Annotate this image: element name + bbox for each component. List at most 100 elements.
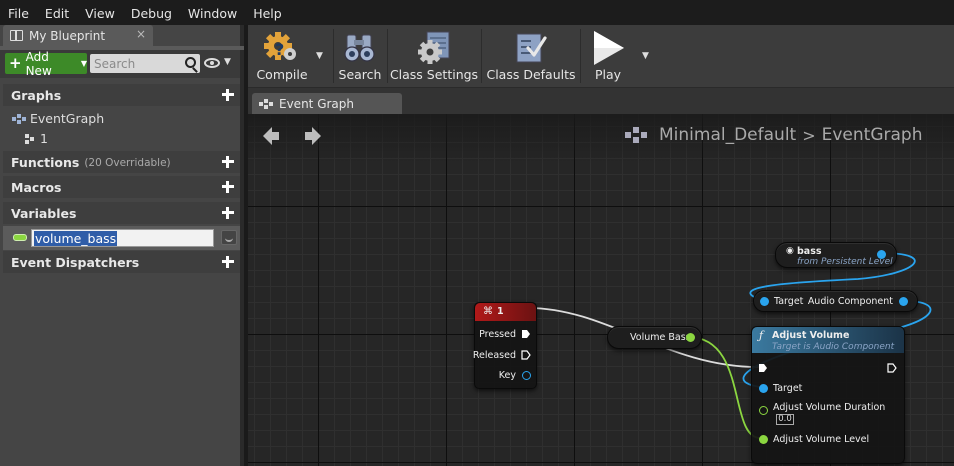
class-settings-icon (418, 31, 450, 64)
toolbar-separator (333, 29, 334, 83)
menu-window[interactable]: Window (180, 0, 245, 25)
chevron-down-icon: ▼ (80, 59, 87, 68)
add-function-plus-icon[interactable] (220, 154, 236, 170)
tree-item-label: EventGraph (30, 111, 105, 126)
volume-bass-getter-node[interactable]: Volume Bass (607, 326, 702, 349)
tab-title: My Blueprint (29, 28, 106, 43)
section-variables[interactable]: Variables (3, 202, 240, 224)
menu-edit[interactable]: Edit (37, 0, 77, 25)
play-label: Play (594, 67, 622, 82)
search-input[interactable] (90, 54, 178, 73)
book-icon (10, 30, 23, 41)
panel-toolbar: + Add New ▼ ▼ (0, 50, 240, 78)
section-event-dispatchers[interactable]: Event Dispatchers (3, 251, 240, 273)
duration-input-pin[interactable] (759, 406, 768, 415)
menu-view[interactable]: View (77, 0, 123, 25)
node-title: Adjust Volume (772, 330, 850, 341)
toolbar-separator (580, 29, 581, 83)
component-output-pin[interactable] (899, 297, 908, 306)
class-settings-label: Class Settings (389, 67, 479, 82)
close-icon[interactable]: × (136, 27, 146, 41)
class-defaults-icon (516, 33, 547, 63)
volume-level-input-pin[interactable] (759, 435, 768, 444)
compile-button[interactable]: ? Compile (252, 25, 312, 87)
key-pin[interactable] (522, 371, 531, 380)
float-type-icon (13, 234, 27, 241)
add-new-button[interactable]: + Add New ▼ (5, 50, 87, 78)
audio-component-getter-node[interactable]: Target Audio Component (753, 290, 918, 312)
node-sublabel: Target is Audio Component (772, 342, 895, 352)
search-icon[interactable] (185, 57, 196, 68)
exec-pin[interactable] (521, 350, 531, 360)
add-variable-plus-icon[interactable] (220, 205, 236, 221)
menu-file[interactable]: File (0, 0, 37, 25)
tab-event-graph[interactable]: Event Graph (252, 93, 402, 114)
bass-reference-node[interactable]: ◉ bass from Persistent Level (775, 242, 897, 268)
variable-type-button[interactable] (221, 230, 237, 245)
actor-icon: ◉ (786, 246, 794, 256)
pin-label: Adjust Volume Duration (773, 402, 886, 413)
object-output-pin[interactable] (877, 250, 886, 259)
toolbar-separator (387, 29, 388, 83)
compile-label: Compile (256, 67, 308, 82)
menu-bar: File Edit View Debug Window Help (0, 0, 954, 25)
node-label: bass (797, 246, 822, 257)
variable-row[interactable]: volume_bass (3, 226, 240, 250)
search-button[interactable]: Search (336, 25, 384, 87)
pin-label: Target (774, 296, 804, 307)
pin-label: Adjust Volume Level (773, 434, 870, 445)
eye-icon[interactable] (204, 58, 220, 68)
class-defaults-label: Class Defaults (486, 67, 576, 82)
key-event-node[interactable]: ⌘ 1 Pressed Released Key (472, 302, 537, 389)
plus-icon: + (9, 54, 22, 72)
menu-help[interactable]: Help (245, 0, 290, 25)
float-output-pin[interactable] (686, 333, 695, 342)
function-icon: ƒ (759, 329, 764, 342)
section-macros-label: Macros (11, 179, 62, 195)
adjust-volume-node[interactable]: ƒ Adjust Volume Target is Audio Componen… (751, 326, 905, 464)
section-macros[interactable]: Macros (3, 176, 240, 198)
section-functions[interactable]: Functions (20 Overridable) (3, 151, 240, 173)
exec-in-pin[interactable] (758, 363, 768, 373)
section-graphs[interactable]: Graphs (3, 84, 240, 106)
class-settings-button[interactable]: Class Settings (389, 25, 479, 87)
key-icon: ⌘ (483, 306, 493, 317)
exec-out-pin[interactable] (887, 363, 897, 373)
variable-name-input[interactable]: volume_bass (31, 229, 214, 247)
search-box[interactable] (90, 54, 200, 73)
target-input-pin[interactable] (759, 384, 768, 393)
target-input-pin[interactable] (760, 297, 769, 306)
exec-pin[interactable] (521, 329, 531, 339)
add-graph-plus-icon[interactable] (220, 87, 236, 103)
pin-label: Key (498, 370, 516, 381)
variable-name-text: volume_bass (34, 230, 118, 246)
play-button[interactable]: Play (584, 25, 632, 87)
graph-icon (259, 98, 273, 109)
section-functions-label: Functions (11, 154, 80, 170)
graph-canvas[interactable]: Minimal_Default > EventGraph ⌘ 1 Pressed… (248, 114, 954, 466)
duration-value-box[interactable]: 0.0 (776, 414, 794, 425)
toolbar-separator (481, 29, 482, 83)
svg-text:?: ? (275, 40, 284, 59)
pin-label: Released (472, 350, 516, 361)
binoculars-icon (344, 34, 375, 62)
class-defaults-button[interactable]: Class Defaults (486, 25, 576, 87)
overridable-count: (20 Overridable) (84, 157, 171, 169)
wire-volume-bass (687, 336, 761, 439)
pin-label: Audio Component (807, 296, 893, 307)
chevron-down-icon[interactable]: ▼ (642, 51, 649, 61)
chevron-down-icon[interactable]: ▼ (316, 51, 323, 61)
menu-debug[interactable]: Debug (123, 0, 180, 25)
section-graphs-label: Graphs (11, 87, 62, 103)
tree-item-eventgraph[interactable]: EventGraph (12, 111, 104, 126)
tree-item-label: 1 (40, 131, 48, 146)
add-new-label: Add New (25, 49, 52, 78)
tree-item-key-event[interactable]: 1 (24, 131, 48, 146)
my-blueprint-tab[interactable]: My Blueprint × (3, 25, 153, 46)
graph-tab-bar: Event Graph (248, 88, 954, 114)
section-dispatchers-label: Event Dispatchers (11, 254, 140, 270)
search-label: Search (338, 67, 382, 82)
add-macro-plus-icon[interactable] (220, 179, 236, 195)
chevron-down-icon[interactable]: ▼ (224, 57, 231, 67)
add-dispatcher-plus-icon[interactable] (220, 254, 236, 270)
